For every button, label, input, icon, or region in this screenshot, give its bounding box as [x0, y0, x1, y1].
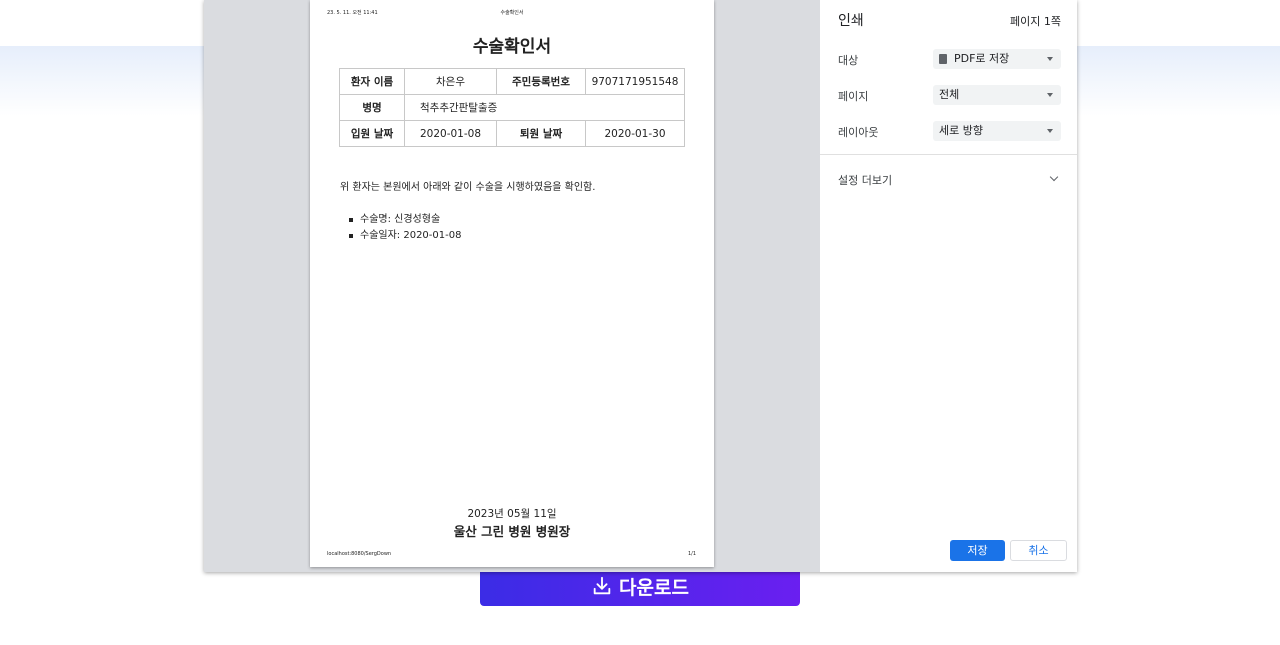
layout-select[interactable]: 세로 방향 [933, 121, 1061, 141]
download-button-label: 다운로드 [619, 576, 689, 599]
hospital-signature: 울산 그린 병원 병원장 [453, 524, 571, 539]
dropdown-arrow-icon [1047, 93, 1053, 97]
save-button[interactable]: 저장 [950, 540, 1005, 561]
download-button[interactable]: 다운로드 [480, 566, 800, 606]
page-count: 페이지 1쪽 [1010, 15, 1061, 28]
page-footer-number: 1/1 [687, 551, 696, 557]
patient-name-label: 환자 이름 [339, 68, 405, 95]
print-preview: 23. 5. 11. 오전 11:41 수술확인서 수술확인서 환자 이름 차은… [204, 0, 820, 572]
destination-select[interactable]: PDF로 저장 [933, 49, 1061, 69]
list-item: 수술일자: 2020-01-08 [340, 228, 461, 244]
layout-label: 레이아웃 [838, 126, 879, 139]
chevron-down-icon[interactable] [1049, 172, 1059, 182]
dropdown-arrow-icon [1047, 129, 1053, 133]
dropdown-arrow-icon [1047, 57, 1053, 61]
patient-info-table: 환자 이름 차은우 주민등록번호 9707171951548 병명 척추추간판탈… [339, 68, 685, 147]
resident-id-label: 주민등록번호 [496, 68, 586, 95]
pages-select[interactable]: 전체 [933, 85, 1061, 105]
print-dialog: 23. 5. 11. 오전 11:41 수술확인서 수술확인서 환자 이름 차은… [204, 0, 1077, 572]
confirmation-statement: 위 환자는 본원에서 아래와 같이 수술을 시행하였음을 확인함. [340, 182, 596, 193]
divider [820, 154, 1077, 155]
surgery-details-list: 수술명: 신경성형술 수술일자: 2020-01-08 [340, 212, 461, 244]
preview-page: 23. 5. 11. 오전 11:41 수술확인서 수술확인서 환자 이름 차은… [310, 0, 714, 567]
table-row: 병명 척추추간판탈출증 [339, 94, 685, 121]
file-icon [939, 54, 947, 64]
issue-date: 2023년 05월 11일 [467, 508, 557, 520]
admit-date-label: 입원 날짜 [339, 120, 405, 147]
pages-value: 전체 [939, 88, 960, 101]
more-settings-toggle[interactable]: 설정 더보기 [838, 172, 892, 188]
print-settings-panel: 인쇄 페이지 1쪽 대상 PDF로 저장 페이지 전체 레이아웃 세로 방향 설… [820, 0, 1077, 572]
pages-label: 페이지 [838, 90, 869, 103]
patient-name-value: 차은우 [404, 68, 497, 95]
destination-value: PDF로 저장 [954, 52, 1010, 65]
table-row: 입원 날짜 2020-01-08 퇴원 날짜 2020-01-30 [339, 120, 685, 147]
page-header-title: 수술확인서 [500, 10, 524, 16]
discharge-date-value: 2020-01-30 [585, 120, 685, 147]
download-icon [593, 576, 611, 595]
table-row: 환자 이름 차은우 주민등록번호 9707171951548 [339, 68, 685, 95]
resident-id-value: 9707171951548 [585, 68, 685, 95]
disease-label: 병명 [339, 94, 405, 121]
page-footer-url: localhost:8080/SergDown [327, 551, 392, 557]
discharge-date-label: 퇴원 날짜 [496, 120, 586, 147]
document-title: 수술확인서 [472, 37, 552, 57]
disease-value: 척추추간판탈출증 [404, 94, 685, 121]
print-title: 인쇄 [838, 13, 864, 29]
layout-value: 세로 방향 [939, 124, 983, 137]
list-item: 수술명: 신경성형술 [340, 212, 461, 228]
admit-date-value: 2020-01-08 [404, 120, 497, 147]
cancel-button[interactable]: 취소 [1010, 540, 1067, 561]
destination-label: 대상 [838, 54, 859, 67]
